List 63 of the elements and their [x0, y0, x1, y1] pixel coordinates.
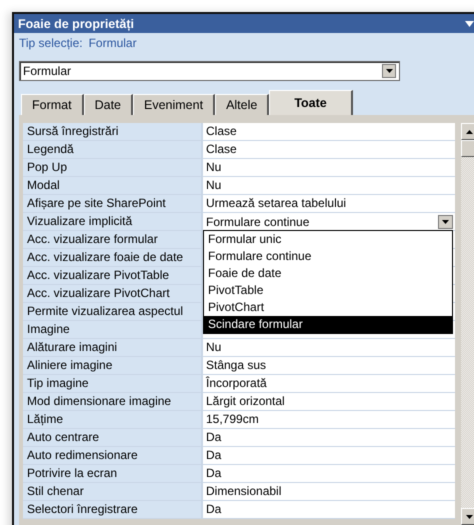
- property-name: Imagine: [23, 321, 203, 338]
- scroll-down-button[interactable]: [461, 508, 474, 525]
- property-value[interactable]: Urmează setarea tabelului: [203, 195, 455, 212]
- property-name: Lățime: [23, 411, 203, 428]
- property-value[interactable]: Da: [203, 447, 455, 464]
- property-name: Aliniere imagine: [23, 357, 203, 374]
- property-value[interactable]: Da: [203, 429, 455, 446]
- dropdown-option[interactable]: Scindare formular: [204, 316, 452, 333]
- property-value[interactable]: Clase: [203, 123, 455, 140]
- property-name: Acc. vizualizare foaie de date: [23, 249, 203, 266]
- property-value[interactable]: Da: [203, 465, 455, 482]
- property-name: Vizualizare implicită: [23, 213, 203, 230]
- property-name: Acc. vizualizare formular: [23, 231, 203, 248]
- object-combo-box[interactable]: Formular: [19, 61, 400, 81]
- tab[interactable]: Altele: [215, 94, 270, 115]
- property-value[interactable]: Clase: [203, 141, 455, 158]
- dropdown-option[interactable]: PivotChart: [204, 299, 452, 316]
- property-name: Acc. vizualizare PivotChart: [23, 285, 203, 302]
- property-value[interactable]: Stânga sus: [203, 357, 455, 374]
- down-arrow-icon: [466, 514, 472, 518]
- dropdown-option[interactable]: Formulare continue: [204, 248, 452, 265]
- property-value[interactable]: Dimensionabil: [203, 483, 455, 500]
- property-name: Auto redimensionare: [23, 447, 203, 464]
- property-value[interactable]: Da: [203, 501, 455, 518]
- dropdown-option[interactable]: PivotTable: [204, 282, 452, 299]
- property-value[interactable]: 15,799cm: [203, 411, 455, 428]
- scroll-up-button[interactable]: [461, 123, 474, 140]
- window-title: Foaie de proprietăți: [18, 16, 135, 30]
- property-name: Stil chenar: [23, 483, 203, 500]
- property-value[interactable]: Nu: [203, 177, 455, 194]
- dropdown-button[interactable]: [438, 214, 453, 228]
- property-name: Acc. vizualizare PivotTable: [23, 267, 203, 284]
- property-name: Potrivire la ecran: [23, 465, 203, 482]
- property-name: Mod dimensionare imagine: [23, 393, 203, 410]
- property-name: Modal: [23, 177, 203, 194]
- property-name: Auto centrare: [23, 429, 203, 446]
- property-name: Afișare pe site SharePoint: [23, 195, 203, 212]
- property-value[interactable]: Nu: [203, 339, 455, 356]
- scrollbar[interactable]: [461, 123, 474, 525]
- property-name: Pop Up: [23, 159, 203, 176]
- caret-icon: [442, 220, 449, 224]
- caret-icon[interactable]: [465, 20, 474, 26]
- scroll-thumb[interactable]: [461, 140, 474, 157]
- selection-type-value: Formular: [88, 36, 137, 50]
- tab[interactable]: Toate: [269, 90, 353, 115]
- tab[interactable]: Eveniment: [133, 94, 216, 115]
- property-value[interactable]: Lărgit orizontal: [203, 393, 455, 410]
- dropdown-button[interactable]: [382, 64, 396, 78]
- tab[interactable]: Format: [21, 94, 84, 115]
- dropdown-option[interactable]: Formular unic: [204, 231, 452, 248]
- property-name: Alăturare imagini: [23, 339, 203, 356]
- up-arrow-icon: [466, 130, 472, 134]
- property-name: Legendă: [23, 141, 203, 158]
- property-name: Permite vizualizarea aspectul: [23, 303, 203, 320]
- property-value[interactable]: Nu: [203, 159, 455, 176]
- property-name: Selectori înregistrare: [23, 501, 203, 518]
- property-name: Tip imagine: [23, 375, 203, 392]
- property-value[interactable]: Încorporată: [203, 375, 455, 392]
- selection-type-label: Tip selecție:: [19, 36, 83, 50]
- dropdown-option[interactable]: Foaie de date: [204, 265, 452, 282]
- tab[interactable]: Date: [84, 94, 133, 115]
- caret-icon: [386, 69, 392, 73]
- property-name: Sursă înregistrări: [23, 123, 203, 140]
